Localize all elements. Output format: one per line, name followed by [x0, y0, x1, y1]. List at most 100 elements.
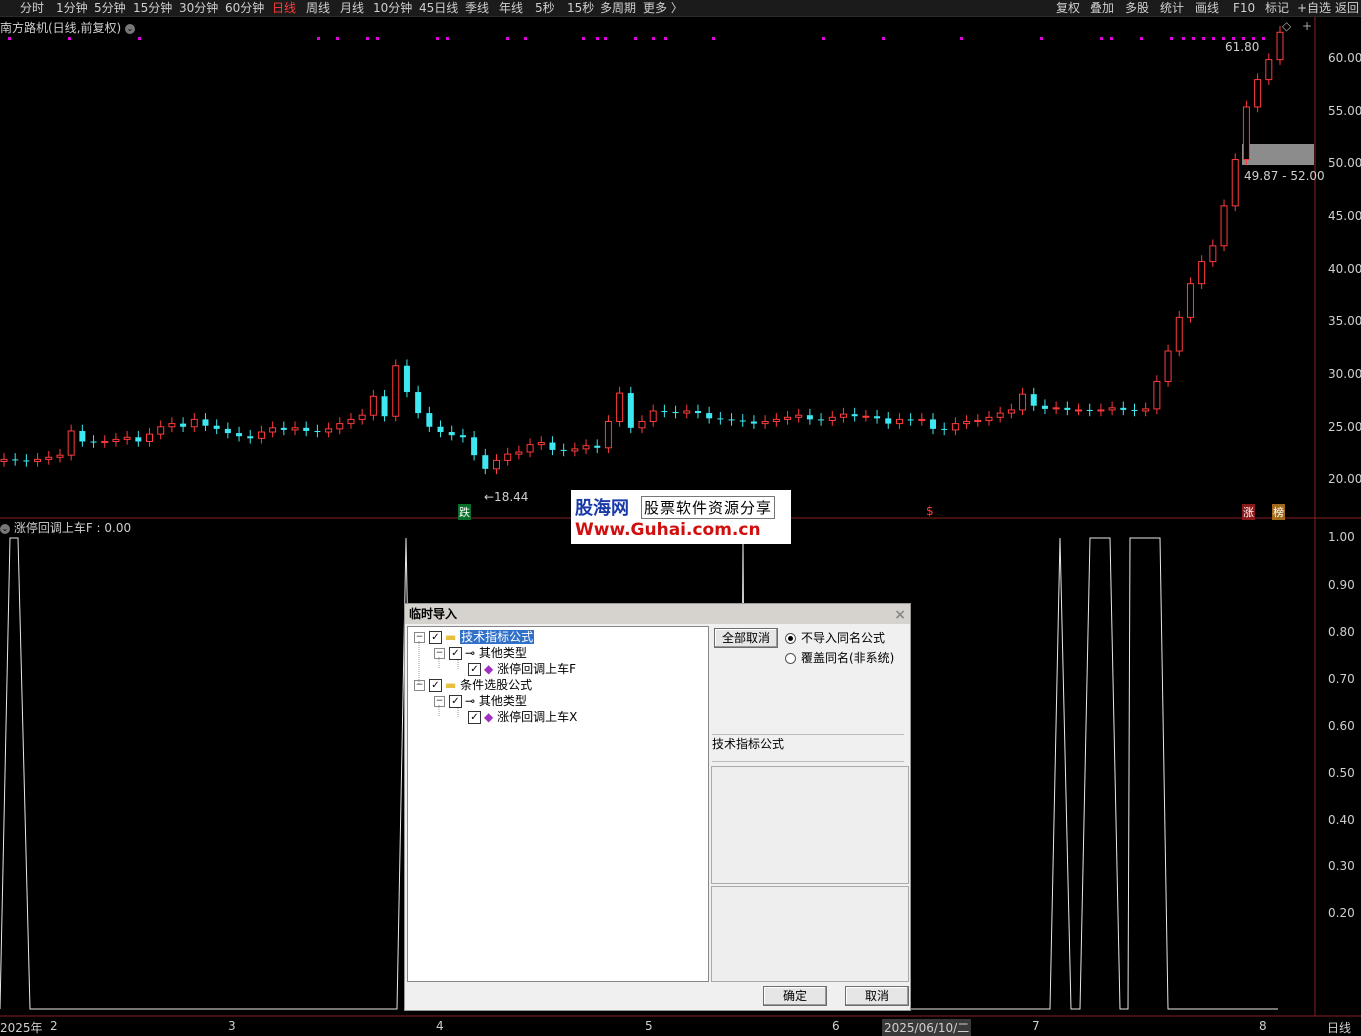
period-tab[interactable]: 多周期 — [600, 0, 636, 16]
dollar-marker: $ — [926, 504, 934, 518]
signal-dot — [138, 37, 141, 40]
candle-body — [336, 423, 344, 430]
period-tab[interactable]: 60分钟 — [225, 0, 264, 16]
signal-dot — [1182, 37, 1185, 40]
candle-body — [549, 442, 556, 450]
period-tab[interactable]: 15分钟 — [133, 0, 172, 16]
collapse-icon[interactable]: − — [434, 696, 445, 707]
period-tab[interactable]: 分时 — [20, 0, 44, 16]
price-tick: 20.00 — [1328, 472, 1361, 486]
checkbox[interactable]: ✓ — [449, 647, 462, 660]
checkbox[interactable]: ✓ — [429, 679, 442, 692]
candle-body — [963, 421, 971, 425]
chart-title-text: 南方路机(日线,前复权) — [0, 21, 122, 35]
toolbar-button[interactable]: 多股 — [1125, 0, 1149, 16]
chevron-down-icon[interactable]: ⌄ — [0, 523, 10, 534]
candle-body — [537, 442, 545, 446]
candle-body — [985, 416, 993, 421]
toolbar-button[interactable]: 画线 — [1195, 0, 1219, 16]
collapse-icon[interactable]: − — [434, 648, 445, 659]
period-tab[interactable]: 月线 — [340, 0, 364, 16]
period-tab[interactable]: 5秒 — [535, 0, 555, 16]
candle-body — [1041, 405, 1048, 409]
cancel-all-button[interactable]: 全部取消 — [714, 628, 778, 648]
toolbar-button[interactable]: F10 — [1233, 0, 1255, 16]
indicator-tick: 0.60 — [1328, 719, 1355, 733]
plus-icon[interactable]: + — [1302, 19, 1312, 33]
candle-body — [303, 427, 310, 431]
period-tab[interactable]: 30分钟 — [179, 0, 218, 16]
indicator-title-text: 涨停回调上车F : 0.00 — [13, 521, 132, 535]
price-tick: 25.00 — [1328, 420, 1361, 434]
period-tab[interactable]: 5分钟 — [94, 0, 126, 16]
chevron-down-icon[interactable]: ⌄ — [125, 23, 136, 34]
watermark-brand: 股海网 — [575, 498, 629, 519]
signal-dot — [1140, 37, 1143, 40]
candle-body — [885, 418, 892, 424]
tree-item-select-formula[interactable]: − ✓ ▬ 条件选股公式 — [414, 677, 532, 693]
checkbox[interactable]: ✓ — [429, 631, 442, 644]
toolbar-button[interactable]: 标记 — [1265, 0, 1289, 16]
candle-body — [101, 440, 109, 444]
dialog-titlebar[interactable]: 临时导入 × — [405, 604, 910, 624]
candle-body — [818, 419, 825, 421]
toolbar-button[interactable]: 叠加 — [1090, 0, 1114, 16]
tree-item-formula-x[interactable]: ✓ ◆ 涨停回调上车X — [468, 709, 577, 725]
cancel-button[interactable]: 取消 — [845, 986, 909, 1006]
candle-body — [459, 435, 466, 438]
radio-label: 覆盖同名(非系统) — [801, 651, 895, 665]
candle-body — [739, 420, 746, 422]
candle-body — [784, 416, 792, 420]
close-icon[interactable]: × — [890, 605, 906, 625]
price-tick: 40.00 — [1328, 262, 1361, 276]
info-panel-bottom — [711, 886, 909, 982]
date-tick: 7 — [1032, 1019, 1040, 1033]
period-tab[interactable]: 10分钟 — [373, 0, 412, 16]
period-tab[interactable]: 1分钟 — [56, 0, 88, 16]
candle-body — [862, 415, 870, 418]
ok-button[interactable]: 确定 — [763, 986, 827, 1006]
checkbox[interactable]: ✓ — [468, 711, 481, 724]
signal-dot — [1192, 37, 1195, 40]
candle-body — [638, 421, 646, 429]
candle-body — [1030, 394, 1037, 406]
candle-body — [761, 421, 769, 425]
toolbar-button[interactable]: +自选 — [1297, 0, 1331, 16]
collapse-icon[interactable]: − — [414, 680, 425, 691]
tree-item-formula-f[interactable]: ✓ ◆ 涨停回调上车F — [468, 661, 576, 677]
checkbox[interactable]: ✓ — [449, 695, 462, 708]
collapse-icon[interactable]: − — [414, 632, 425, 643]
period-tab[interactable]: 45日线 — [419, 0, 458, 16]
period-label: 日线 — [1327, 1021, 1352, 1035]
toolbar-button[interactable]: 返回 — [1335, 0, 1359, 16]
tree-item-tech-formula[interactable]: − ✓ ▬ 技术指标公式 — [414, 629, 535, 645]
candle-body — [1131, 409, 1138, 411]
checkbox[interactable]: ✓ — [468, 663, 481, 676]
candle-body — [806, 415, 813, 420]
period-tab[interactable]: 日线 — [272, 0, 296, 16]
formula-tree[interactable]: − ✓ ▬ 技术指标公式 − ✓ ⊸ 其他类型 ✓ ◆ 涨停回调上车F − ✓ ▬ 条件选股公… — [407, 626, 709, 982]
period-tab[interactable]: 15秒 — [567, 0, 594, 16]
date-tick: 4 — [436, 1019, 444, 1033]
candle-body — [907, 419, 914, 421]
candle-body — [426, 413, 433, 427]
period-tab[interactable]: 更多 〉 — [643, 0, 683, 16]
tree-item-other-type-2[interactable]: − ✓ ⊸ 其他类型 — [434, 693, 527, 709]
skip-same-name-radio[interactable]: 不导入同名公式 — [785, 629, 885, 646]
period-tab[interactable]: 周线 — [306, 0, 330, 16]
period-tab[interactable]: 季线 — [465, 0, 489, 16]
diamond-icon[interactable]: ◇ — [1282, 19, 1291, 33]
toolbar-button[interactable]: 复权 — [1056, 0, 1080, 16]
tree-item-other-type-1[interactable]: − ✓ ⊸ 其他类型 — [434, 645, 527, 661]
candle-body — [717, 418, 724, 420]
gap-zone — [1242, 144, 1314, 165]
signal-dot — [596, 37, 599, 40]
candle-body — [369, 395, 377, 416]
toolbar-button[interactable]: 统计 — [1160, 0, 1184, 16]
overwrite-same-name-radio[interactable]: 覆盖同名(非系统) — [785, 649, 894, 666]
candle-body — [415, 392, 422, 414]
candle-body — [772, 418, 780, 423]
candle-body — [1175, 316, 1183, 352]
candle-body — [291, 427, 299, 431]
period-tab[interactable]: 年线 — [499, 0, 523, 16]
